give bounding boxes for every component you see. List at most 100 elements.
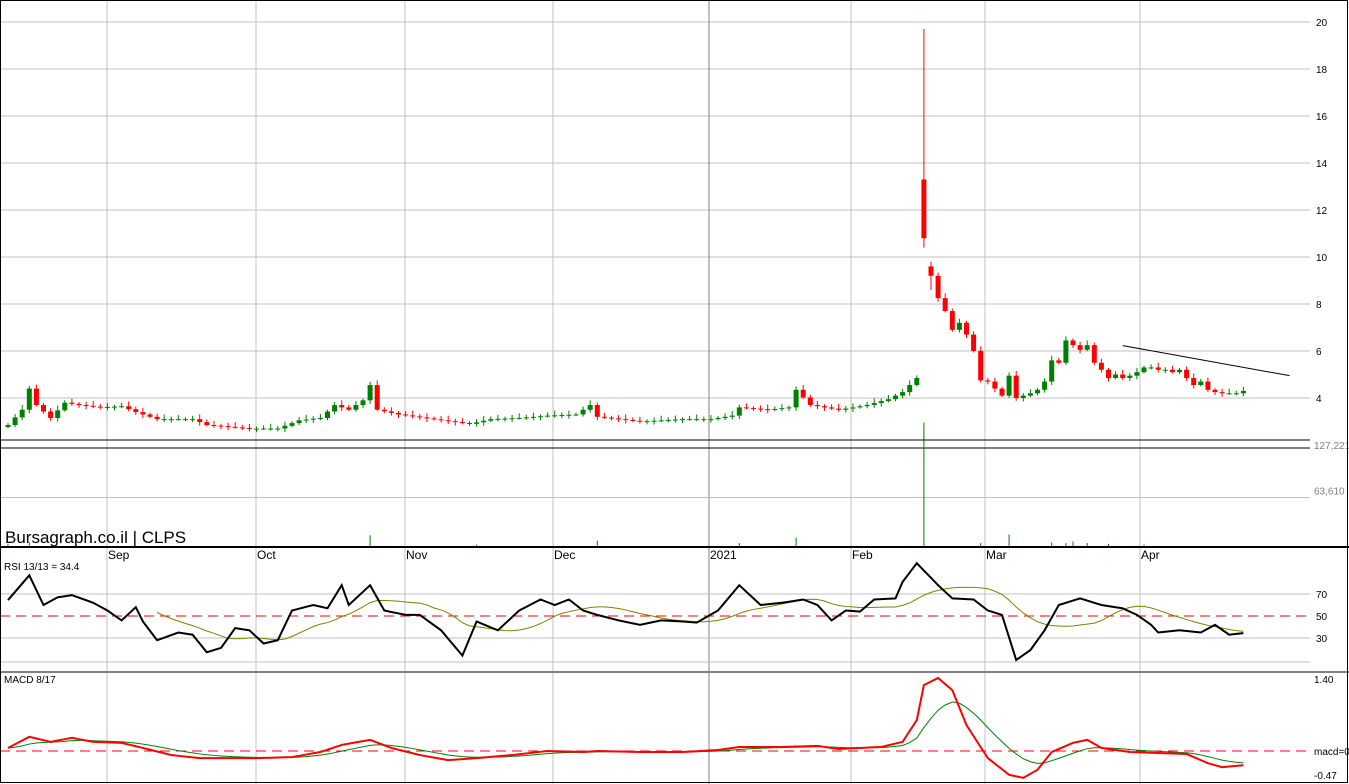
candle-body: [956, 322, 962, 330]
candle-body: [786, 407, 792, 409]
candle-body: [1049, 360, 1055, 382]
candle-body: [303, 419, 309, 421]
month-label: Feb: [852, 548, 873, 562]
rsi-tick-label: 70: [1316, 590, 1328, 601]
candle-body: [914, 378, 920, 386]
price-axis: 4 6 8 10 12 14 16 18 20: [1316, 18, 1328, 405]
candle-body: [197, 419, 203, 423]
candle-body: [161, 419, 167, 421]
chart-title: Bursagraph.co.il | CLPS: [5, 528, 186, 547]
volume-tick-label: 63,610: [1314, 487, 1345, 498]
candle-body: [793, 389, 799, 408]
candle-body: [438, 419, 444, 421]
candle-body: [878, 401, 884, 404]
candle-body: [140, 412, 146, 415]
price-tick-label: 18: [1316, 65, 1328, 76]
candle-body: [332, 405, 338, 412]
candle-body: [1162, 369, 1168, 371]
candle-body: [779, 408, 785, 410]
candle-body: [665, 419, 671, 421]
candle-body: [417, 416, 423, 418]
candle-body: [949, 311, 955, 330]
candle-body: [55, 410, 61, 418]
candle-body: [296, 420, 302, 424]
candle-body: [672, 419, 678, 421]
candle-body: [900, 392, 906, 396]
chart-frame: [0, 0, 1348, 783]
candle-body: [325, 411, 330, 418]
candle-body: [985, 380, 991, 382]
candle-body: [1020, 395, 1026, 398]
candle-body: [1013, 375, 1019, 398]
candle-body: [1106, 369, 1111, 379]
candle-body: [850, 407, 856, 409]
candle-body: [410, 415, 416, 417]
candle-body: [822, 406, 827, 408]
candle-body: [907, 385, 913, 393]
candle-body: [147, 414, 153, 417]
candle-body: [48, 411, 54, 418]
rsi-signal-line: [156, 586, 1244, 641]
candle-body: [857, 406, 863, 408]
candle-body: [701, 419, 707, 421]
candle-body: [289, 423, 295, 426]
candle-body: [807, 397, 813, 406]
candle-body: [935, 275, 941, 299]
price-tick-label: 12: [1316, 206, 1328, 217]
candle-body: [97, 406, 103, 408]
candle-body: [1233, 393, 1239, 395]
candle-body: [104, 407, 110, 409]
candle-body: [580, 409, 586, 415]
candle-body: [942, 298, 948, 312]
month-label: Mar: [986, 548, 1007, 562]
candle-body: [1127, 375, 1133, 379]
candle-body: [1148, 367, 1154, 369]
candle-body: [119, 406, 125, 408]
candle-body: [509, 418, 515, 420]
candle-body: [495, 418, 501, 420]
rsi-tick-label: 50: [1316, 612, 1328, 623]
candle-body: [1177, 369, 1182, 373]
candle-body: [566, 414, 572, 416]
candle-body: [175, 419, 181, 421]
candle-body: [1198, 381, 1204, 386]
candle-body: [800, 389, 806, 398]
candle-body: [587, 405, 593, 410]
candle-body: [523, 417, 529, 419]
month-label: Apr: [1141, 548, 1160, 562]
candle-body: [1084, 345, 1090, 350]
candle-body: [658, 420, 664, 422]
candle-body: [687, 419, 693, 421]
candle-body: [772, 408, 778, 410]
candle-body: [843, 408, 849, 410]
candle-body: [1113, 374, 1119, 379]
candle-body: [62, 402, 68, 411]
candle-body: [928, 266, 934, 276]
candle-body: [381, 409, 387, 412]
candle-body: [254, 428, 259, 430]
candle-body: [1091, 345, 1097, 363]
candle-body: [814, 405, 820, 407]
candle-body: [836, 408, 842, 410]
macd-line: [7, 676, 1244, 779]
candle-body: [644, 421, 650, 423]
candle-body: [41, 405, 46, 412]
candle-body: [1184, 369, 1190, 379]
candle-body: [1056, 360, 1062, 363]
trendline: [1122, 345, 1290, 377]
candle-body: [133, 409, 139, 413]
candle-body: [403, 414, 409, 416]
candle-body: [594, 405, 600, 417]
candle-body: [1070, 340, 1076, 346]
candle-body: [388, 411, 394, 413]
macd-tick-label: -0.47: [1314, 771, 1337, 782]
candle-body: [516, 417, 522, 419]
candle-body: [1155, 367, 1161, 370]
volume-tick-label: 127,221: [1314, 441, 1349, 452]
candle-body: [211, 425, 217, 427]
candle-body: [431, 418, 437, 420]
candle-body: [708, 419, 714, 421]
candle-body: [1240, 390, 1246, 394]
candle-body: [424, 417, 430, 419]
candle-body: [183, 419, 188, 421]
